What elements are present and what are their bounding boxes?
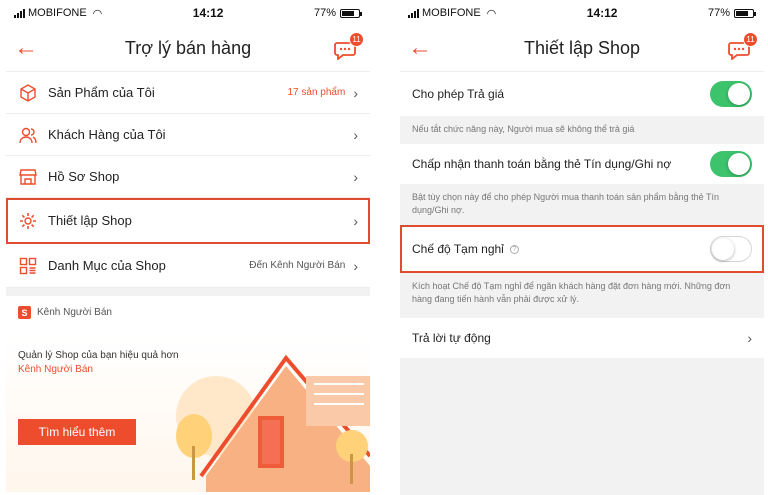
signal-icon [14,8,25,18]
help-icon[interactable]: ? [509,245,519,255]
menu-item-label: Sản Phẩm của Tôi [48,85,155,100]
setting-allow-bargain: Cho phép Trả giá [400,72,764,116]
menu-item-shop-profile[interactable]: Hồ Sơ Shop › [6,156,370,198]
menu-item-label: Danh Mục của Shop [48,258,166,273]
back-arrow-icon[interactable]: ← [14,36,38,60]
notification-badge: 11 [743,32,758,47]
chevron-right-icon: › [353,257,358,274]
setting-label: Chế độ Tạm nghỉ [412,242,504,256]
wifi-icon: ◠ [92,7,103,20]
menu-item-shop-categories[interactable]: Danh Mục của Shop Đến Kênh Người Bán › [6,244,370,288]
users-icon [18,125,38,145]
setting-description: Bật tùy chọn này để cho phép Người mua t… [400,184,764,225]
battery-icon [339,8,362,18]
box-icon [18,83,38,103]
carrier-label: MOBIFONE [28,7,87,19]
setting-description: Nếu tắt chức năng này, Người mua sẽ khôn… [400,116,764,144]
back-arrow-icon[interactable]: ← [408,36,432,60]
left-screen: MOBIFONE ◠ 14:12 77% ← Trợ lý bán hàng 1… [6,0,370,495]
clock: 14:12 [586,6,618,20]
menu-item-shop-settings[interactable]: Thiết lập Shop › [6,198,370,244]
nav-bar: ← Thiết lập Shop 11 [400,26,764,72]
allow-bargain-toggle[interactable] [710,81,752,107]
right-screen: MOBIFONE ◠ 14:12 77% ← Thiết lập Shop 11… [400,0,764,495]
auto-reply-label: Trả lời tự động [412,331,491,345]
shop-icon [18,167,38,187]
gear-icon [18,211,38,231]
chevron-right-icon: › [353,126,358,143]
learn-more-button[interactable]: Tìm hiểu thêm [18,419,136,445]
seller-channel-section: S Kênh Người Bán Quản lý Shop của bạn hi… [6,296,370,492]
battery-percent: 77% [707,7,730,19]
seller-promo-banner: Quản lý Shop của bạn hiệu quả hơn Kênh N… [6,336,370,492]
chat-button[interactable]: 11 [334,32,364,60]
carrier-label: MOBIFONE [422,7,481,19]
menu-item-products[interactable]: Sản Phẩm của Tôi 17 sản phẩm › [6,72,370,114]
chevron-right-icon: › [353,212,358,229]
shopping-bag-icon: S [18,306,31,319]
chevron-right-icon: › [353,168,358,185]
menu-item-label: Khách Hàng của Tôi [48,127,166,142]
seller-channel-header: Kênh Người Bán [37,307,112,318]
chevron-right-icon: › [353,84,358,101]
menu-item-customers[interactable]: Khách Hàng của Tôi › [6,114,370,156]
setting-card-payment: Chấp nhận thanh toán bằng thẻ Tín dụng/G… [400,144,764,184]
chat-button[interactable]: 11 [728,32,758,60]
battery-icon [733,8,756,18]
battery-percent: 77% [313,7,336,19]
house-illustration [176,354,370,492]
wifi-icon: ◠ [486,7,497,20]
clock: 14:12 [192,6,224,20]
status-bar: MOBIFONE ◠ 14:12 77% [400,0,764,26]
card-payment-toggle[interactable] [710,151,752,177]
product-count: 17 sản phẩm [287,87,346,98]
auto-reply-row[interactable]: Trả lời tự động › [400,318,764,358]
signal-icon [408,8,419,18]
promo-tagline: Quản lý Shop của bạn hiệu quả hơn [18,350,179,361]
notification-badge: 11 [349,32,364,47]
setting-label: Chấp nhận thanh toán bằng thẻ Tín dụng/G… [412,157,672,171]
chevron-right-icon: › [747,330,752,346]
setting-description: Kích hoạt Chế độ Tạm nghỉ để ngăn khách … [400,273,764,314]
seller-centre-link[interactable]: Đến Kênh Người Bán [249,260,345,271]
setting-label: Cho phép Trả giá [412,87,505,101]
menu-item-label: Thiết lập Shop [48,213,132,228]
promo-link[interactable]: Kênh Người Bán [18,364,93,375]
vacation-mode-toggle[interactable] [710,236,752,262]
status-bar: MOBIFONE ◠ 14:12 77% [6,0,370,26]
category-icon [18,256,38,276]
page-title: Thiết lập Shop [523,38,641,58]
page-title: Trợ lý bán hàng [124,38,252,58]
setting-vacation-mode: Chế độ Tạm nghỉ? [400,225,764,273]
nav-bar: ← Trợ lý bán hàng 11 [6,26,370,72]
menu-item-label: Hồ Sơ Shop [48,169,120,184]
